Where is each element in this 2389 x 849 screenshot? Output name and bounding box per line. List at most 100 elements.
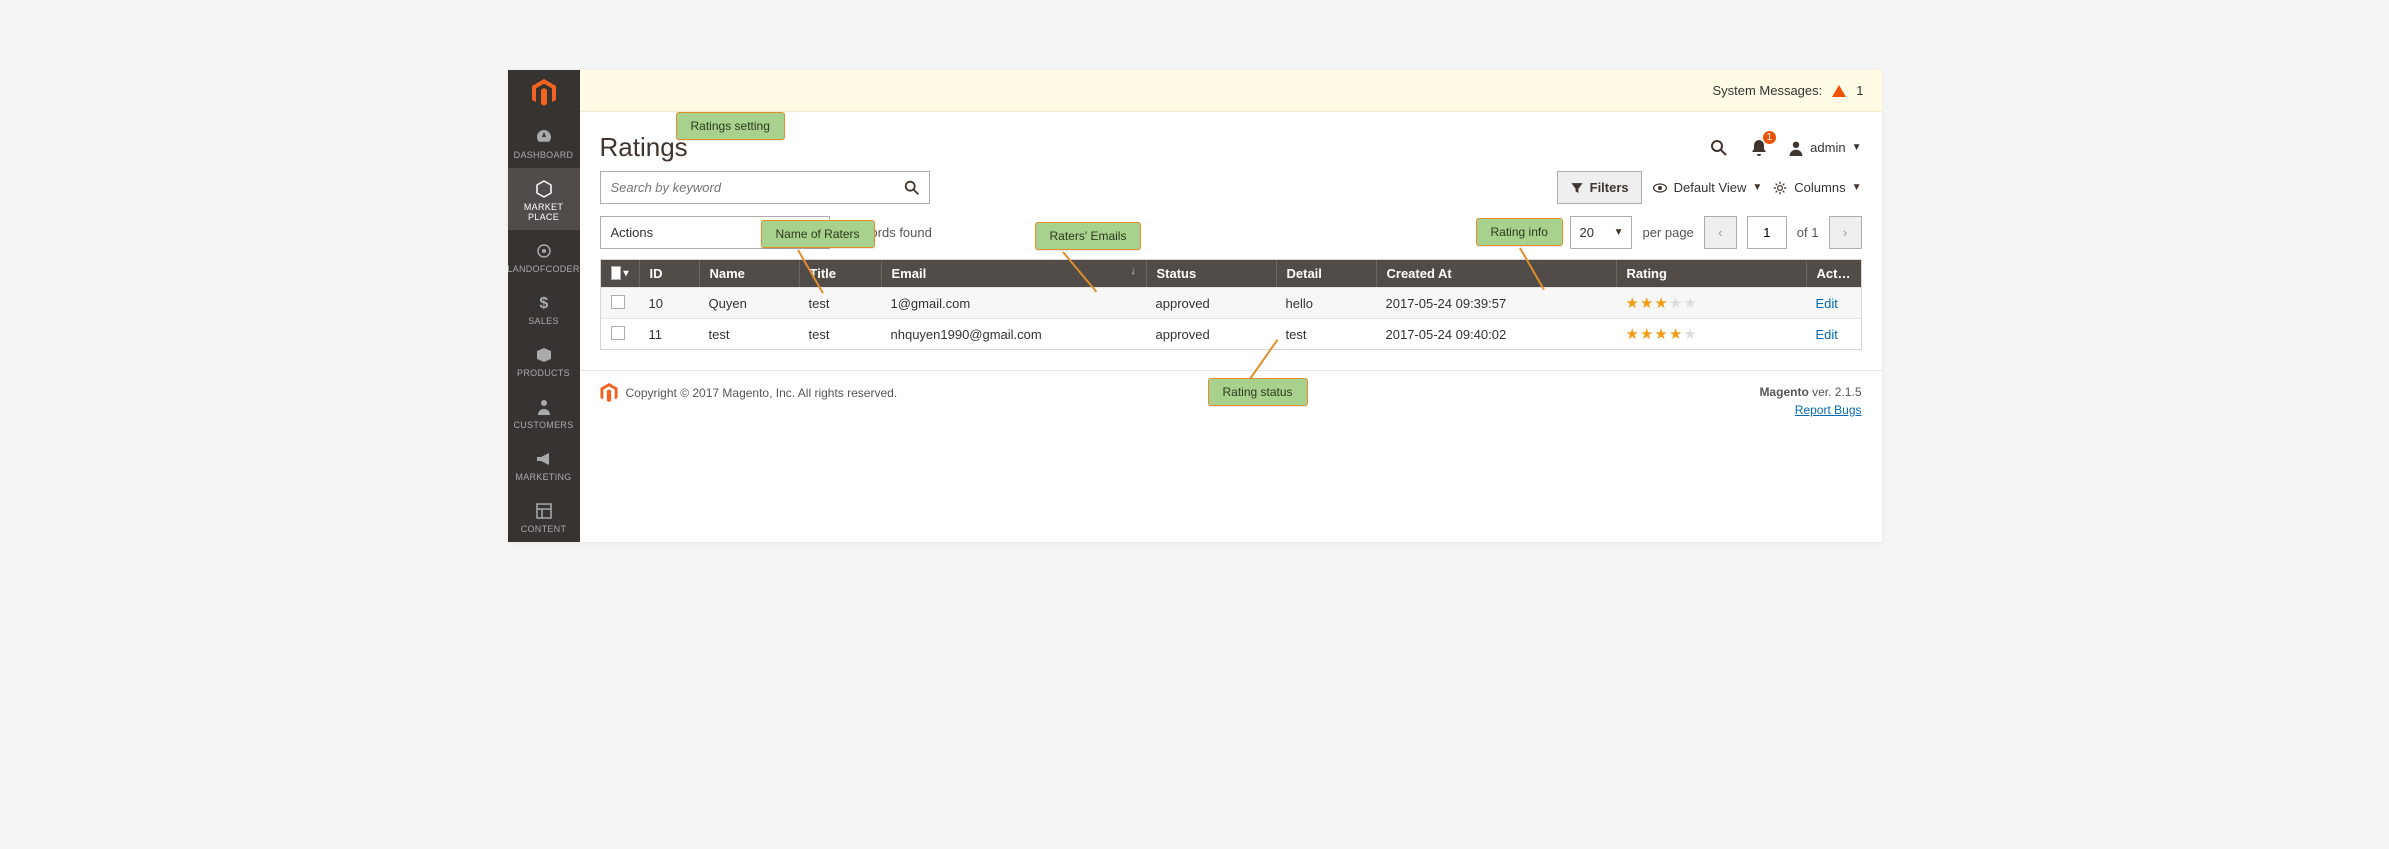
sidebar-item-dashboard[interactable]: DASHBOARD (508, 116, 580, 168)
main-content: System Messages: 1 Ratings 1 admi (580, 70, 1882, 542)
sidebar-item-content[interactable]: CONTENT (508, 490, 580, 542)
sidebar-label: MARKET PLACE (510, 202, 578, 222)
per-page-label: per page (1642, 225, 1693, 240)
hex-icon (533, 178, 555, 200)
sidebar-label: PRODUCTS (517, 368, 570, 378)
user-icon (1788, 140, 1804, 156)
select-all-checkbox[interactable]: ▾ (611, 266, 629, 280)
admin-user-menu[interactable]: admin ▼ (1788, 140, 1861, 156)
copyright-text: Copyright © 2017 Magento, Inc. All right… (626, 386, 898, 400)
sidebar-label: MARKETING (515, 472, 571, 482)
prev-page-button[interactable]: ‹ (1704, 216, 1737, 249)
cell-status: approved (1146, 290, 1276, 317)
admin-user-label: admin (1810, 140, 1845, 155)
callout-ratings-setting: Ratings setting (676, 112, 785, 140)
page-title: Ratings (600, 132, 688, 163)
system-messages-bar[interactable]: System Messages: 1 (580, 70, 1882, 112)
page-input[interactable] (1747, 216, 1787, 249)
cell-created: 2017-05-24 09:40:02 (1376, 321, 1616, 348)
report-bugs-link[interactable]: Report Bugs (1795, 403, 1862, 417)
warning-icon (1832, 85, 1846, 97)
cell-email: 1@gmail.com (881, 290, 1146, 317)
system-messages-count: 1 (1856, 83, 1863, 98)
col-rating[interactable]: Rating (1616, 260, 1806, 287)
grid-header: ▾ ID Name Title Email↓ Status Detail Cre… (601, 260, 1861, 287)
magento-logo-icon (600, 383, 618, 403)
row-checkbox[interactable] (611, 326, 625, 340)
gear-icon (1772, 180, 1788, 196)
col-status[interactable]: Status (1146, 260, 1276, 287)
chevron-down-icon: ▼ (1752, 182, 1762, 193)
columns-dropdown[interactable]: Columns ▼ (1772, 180, 1861, 196)
sidebar-item-marketplace[interactable]: MARKET PLACE (508, 168, 580, 230)
columns-label: Columns (1794, 180, 1845, 195)
sidebar-item-customers[interactable]: CUSTOMERS (508, 386, 580, 438)
cell-id: 11 (639, 321, 699, 348)
magento-logo[interactable] (508, 70, 580, 116)
keyword-search[interactable] (600, 171, 930, 204)
edit-link[interactable]: Edit (1816, 327, 1838, 342)
sidebar-label: LANDOFCODER (507, 264, 579, 274)
table-row[interactable]: 10Quyentest1@gmail.comapprovedhello2017-… (601, 287, 1861, 318)
search-input[interactable] (601, 180, 895, 195)
cell-title: test (799, 321, 881, 348)
page-of-label: of 1 (1797, 225, 1819, 240)
callout-name-of-raters: Name of Raters (761, 220, 875, 248)
cell-created: 2017-05-24 09:39:57 (1376, 290, 1616, 317)
chevron-down-icon: ▼ (1852, 142, 1862, 153)
col-id[interactable]: ID (639, 260, 699, 287)
sidebar-label: CUSTOMERS (513, 420, 573, 430)
funnel-icon (1570, 181, 1584, 195)
default-view-dropdown[interactable]: Default View ▼ (1652, 180, 1763, 196)
cell-status: approved (1146, 321, 1276, 348)
filters-button[interactable]: Filters (1557, 171, 1642, 204)
cell-title: test (799, 290, 881, 317)
col-email[interactable]: Email↓ (881, 260, 1146, 287)
table-row[interactable]: 11testtestnhquyen1990@gmail.comapprovedt… (601, 318, 1861, 349)
col-name[interactable]: Name (699, 260, 799, 287)
box-icon (533, 344, 555, 366)
notifications-button[interactable]: 1 (1748, 137, 1770, 159)
edit-link[interactable]: Edit (1816, 296, 1838, 311)
chevron-down-icon: ▼ (1852, 182, 1862, 193)
col-detail[interactable]: Detail (1276, 260, 1376, 287)
version-label: Magento (1759, 385, 1808, 399)
person-icon (533, 396, 555, 418)
cell-name: Quyen (699, 290, 799, 317)
callout-rating-info: Rating info (1476, 218, 1563, 246)
search-submit[interactable] (895, 179, 929, 197)
cell-name: test (699, 321, 799, 348)
sidebar-label: CONTENT (521, 524, 567, 534)
system-messages-label: System Messages: (1712, 83, 1822, 98)
callout-raters-emails: Raters' Emails (1035, 222, 1142, 250)
callout-rating-status: Rating status (1208, 378, 1308, 406)
dollar-icon: $ (533, 292, 555, 314)
col-created[interactable]: Created At (1376, 260, 1616, 287)
cell-rating: ★★★★★ (1616, 319, 1806, 349)
chevron-left-icon: ‹ (1718, 225, 1722, 240)
layout-icon (533, 500, 555, 522)
search-icon (1709, 138, 1729, 158)
version-value: ver. 2.1.5 (1812, 385, 1861, 399)
per-page-select[interactable]: 20 ▼ (1570, 216, 1632, 249)
cell-detail: hello (1276, 290, 1376, 317)
next-page-button[interactable]: › (1829, 216, 1862, 249)
row-checkbox[interactable] (611, 295, 625, 309)
magento-logo-icon (532, 79, 556, 107)
sidebar-item-marketing[interactable]: MARKETING (508, 438, 580, 490)
filters-label: Filters (1590, 180, 1629, 195)
notification-badge: 1 (1763, 131, 1777, 144)
sidebar-label: SALES (528, 316, 559, 326)
cell-rating: ★★★★★ (1616, 288, 1806, 318)
default-view-label: Default View (1674, 180, 1747, 195)
cell-detail: test (1276, 321, 1376, 348)
search-icon (903, 179, 921, 197)
chevron-down-icon: ▼ (1614, 227, 1624, 238)
search-button[interactable] (1708, 137, 1730, 159)
ratings-grid: ▾ ID Name Title Email↓ Status Detail Cre… (600, 259, 1862, 350)
sidebar-label: DASHBOARD (514, 150, 574, 160)
actions-label: Actions (611, 225, 654, 240)
sidebar-item-sales[interactable]: $ SALES (508, 282, 580, 334)
sidebar-item-landofcoder[interactable]: LANDOFCODER (508, 230, 580, 282)
sidebar-item-products[interactable]: PRODUCTS (508, 334, 580, 386)
